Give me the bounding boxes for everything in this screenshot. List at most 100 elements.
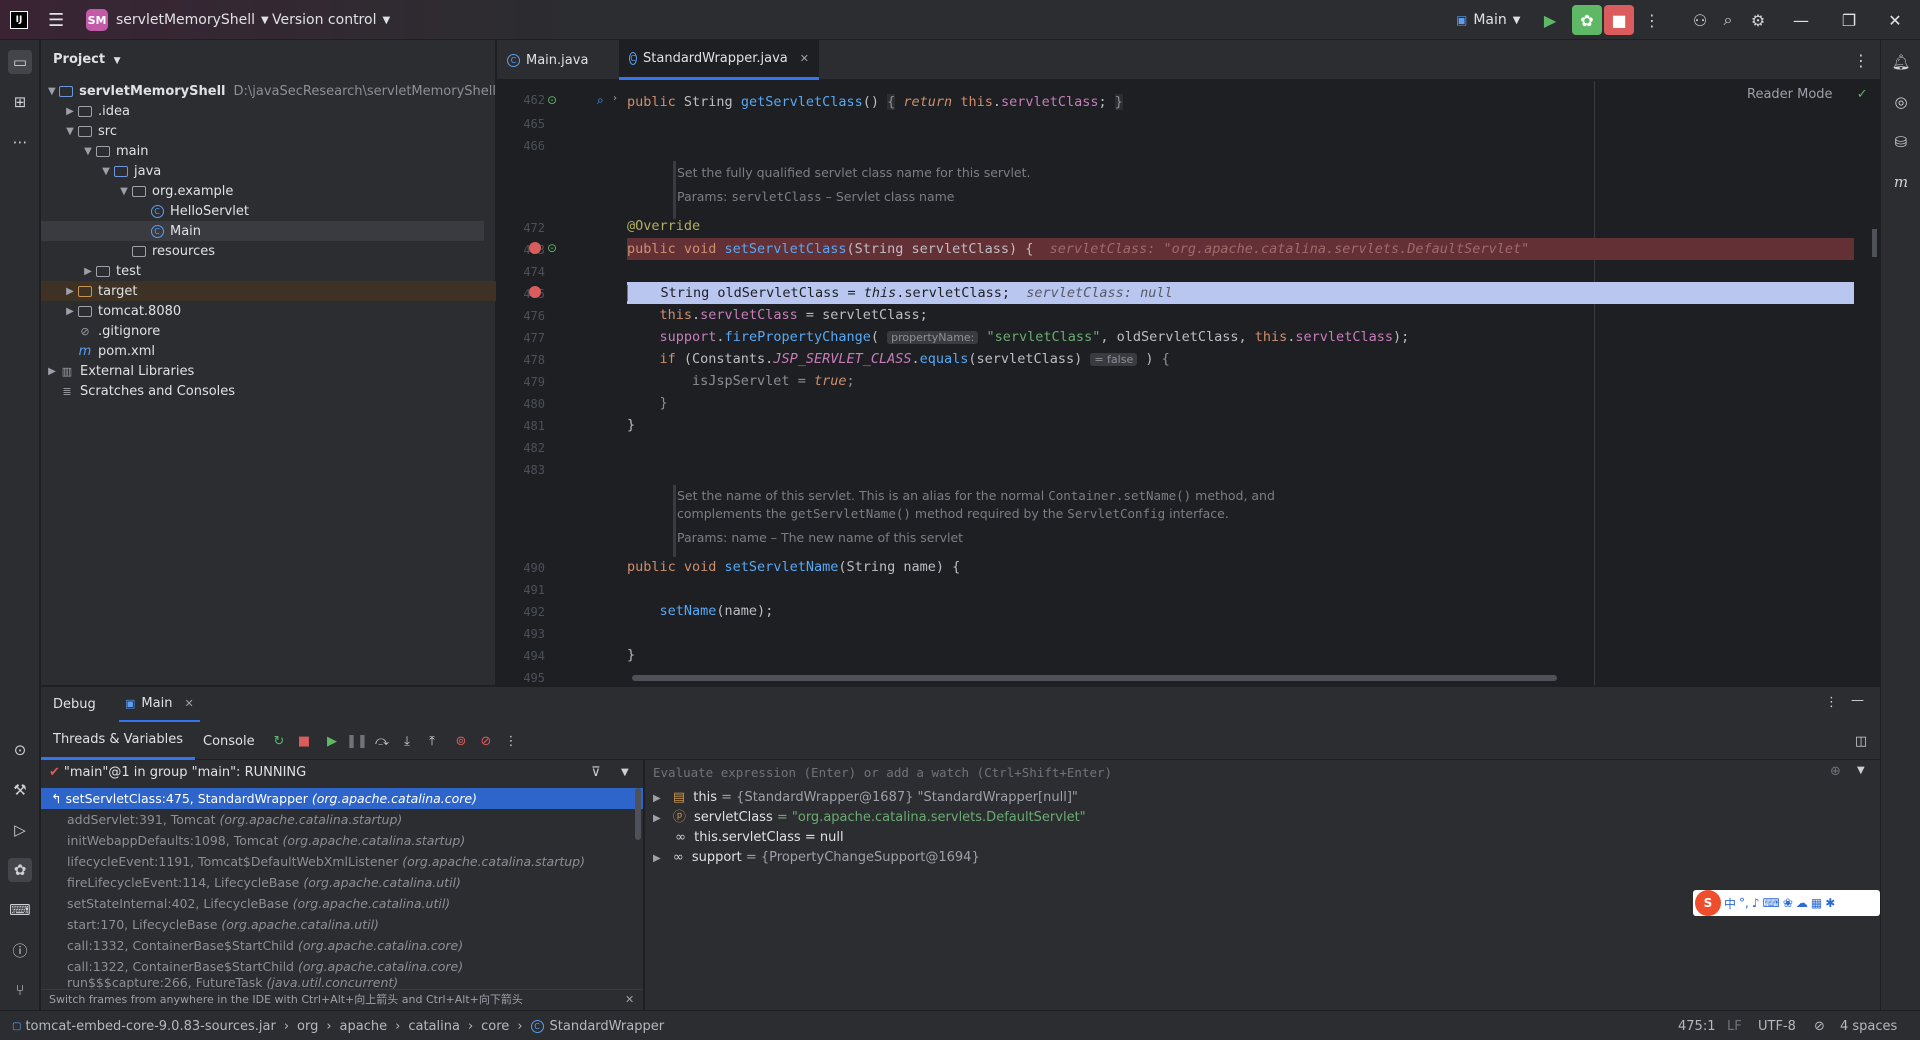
breadcrumb-item[interactable]: catalina — [408, 1019, 460, 1034]
vcs-menu[interactable]: Version control ▼ — [272, 0, 390, 40]
layout-settings-icon[interactable]: ◫ — [1851, 731, 1871, 751]
tab-main-java[interactable]: C Main.java — [497, 40, 607, 80]
debug-active-icon[interactable]: ✿ — [1572, 5, 1602, 35]
database-icon[interactable]: ⛁ — [1889, 130, 1913, 154]
ime-toolbar[interactable]: S 中 °, ♪ ⌨ ❀ ☁ ▦ ✱ — [1693, 890, 1880, 916]
structure-tool-icon[interactable]: ⊞ — [8, 90, 32, 114]
thread-selector[interactable]: ✔ "main"@1 in group "main": RUNNING ⊽ ▼ — [41, 760, 643, 784]
add-watch-icon[interactable]: ⊕ — [1830, 764, 1841, 779]
breakpoint-icon[interactable] — [529, 286, 541, 298]
close-tab-icon[interactable]: ✕ — [184, 697, 193, 710]
override-marker-icon[interactable]: ⊙ — [547, 241, 557, 255]
stack-frame[interactable]: lifecycleEvent:1191, Tomcat$DefaultWebXm… — [41, 851, 643, 872]
notifications-icon[interactable]: 🔔︎ — [1889, 50, 1913, 74]
more-vertical-icon[interactable]: ⋮ — [1849, 48, 1873, 72]
stack-frame[interactable]: start:170, LifecycleBase (org.apache.cat… — [41, 914, 643, 935]
gear-icon[interactable]: ⚙ — [1746, 8, 1770, 32]
scrollbar-thumb[interactable] — [1872, 229, 1877, 257]
view-breakpoints-icon[interactable]: ⊚ — [451, 731, 471, 751]
step-over-icon[interactable]: ⤼ — [372, 731, 392, 751]
stack-frame[interactable]: call:1322, ContainerBase$StartChild (org… — [41, 956, 643, 977]
run-tool-icon[interactable]: ▷ — [8, 818, 32, 842]
horizontal-scrollbar[interactable] — [632, 675, 1557, 681]
tree-item-pom[interactable]: m pom.xml — [41, 341, 496, 361]
build-tool-icon[interactable]: ⚒ — [8, 778, 32, 802]
fold-inlay-icon[interactable]: ⌕ — [597, 93, 604, 108]
tree-item-scratches[interactable]: ≣ Scratches and Consoles — [41, 381, 496, 401]
close-tab-icon[interactable]: ✕ — [800, 52, 809, 65]
more-vertical-icon[interactable]: ⋮ — [1825, 695, 1838, 710]
chevron-down-icon[interactable]: ▼ — [1857, 765, 1865, 776]
debug-tool-icon[interactable]: ✿ — [8, 858, 32, 882]
resume-icon[interactable]: ▶ — [1538, 8, 1562, 32]
maven-icon[interactable]: m — [1889, 170, 1913, 194]
stack-frame[interactable]: fireLifecycleEvent:114, LifecycleBase (o… — [41, 872, 643, 893]
project-tool-icon[interactable]: ▭ — [8, 50, 32, 74]
tree-item-main[interactable]: ▼ main — [41, 141, 496, 161]
tree-item-resources[interactable]: resources — [41, 241, 496, 261]
problems-tool-icon[interactable]: ⓘ — [8, 938, 32, 962]
tree-item-package[interactable]: ▼ org.example — [41, 181, 496, 201]
stack-frame[interactable]: addServlet:391, Tomcat (org.apache.catal… — [41, 809, 643, 830]
git-tool-icon[interactable]: ⑂ — [8, 978, 32, 1002]
terminal-tool-icon[interactable]: ⌨ — [8, 898, 32, 922]
chevron-right-icon[interactable]: › — [613, 93, 617, 104]
tree-item-root[interactable]: ▼ servletMemoryShell D:\javaSecResearch\… — [41, 81, 496, 101]
stack-frame[interactable]: call:1332, ContainerBase$StartChild (org… — [41, 935, 643, 956]
variable-row[interactable]: ▶ ▤ this = {StandardWrapper@1687} "Stand… — [653, 788, 1078, 808]
minimize-button[interactable]: — — [1778, 0, 1824, 40]
tree-item-tomcat[interactable]: ▶ tomcat.8080 — [41, 301, 496, 321]
tree-item-external-libraries[interactable]: ▶ ▥ External Libraries — [41, 361, 496, 381]
tab-standardwrapper-java[interactable]: C StandardWrapper.java ✕ — [619, 40, 819, 80]
debug-session-tab[interactable]: ▣ Main ✕ — [119, 687, 200, 723]
services-tool-icon[interactable]: ⊙ — [8, 738, 32, 762]
tree-item-gitignore[interactable]: ⊘ .gitignore — [41, 321, 496, 341]
stack-frame[interactable]: setStateInternal:402, LifecycleBase (org… — [41, 893, 643, 914]
breadcrumb-item[interactable]: core — [481, 1019, 509, 1034]
minimize-panel-icon[interactable]: — — [1851, 693, 1864, 708]
run-config-selector[interactable]: ▣ Main ▼ — [1456, 0, 1520, 40]
tree-item-src[interactable]: ▼ src — [41, 121, 496, 141]
variable-row[interactable]: ∞ this.servletClass = null — [653, 828, 843, 848]
code-editor[interactable]: 462 465 466 472 473 474 475 476 477 478 … — [497, 81, 1880, 685]
resume-icon[interactable]: ▶ — [322, 731, 342, 751]
chevron-down-icon[interactable]: ▼ — [621, 767, 629, 778]
step-into-icon[interactable]: ⤓ — [397, 731, 417, 751]
search-icon[interactable]: ⌕ — [1716, 8, 1740, 32]
editor-gutter[interactable]: 462 465 466 472 473 474 475 476 477 478 … — [497, 81, 627, 685]
file-encoding[interactable]: UTF-8 — [1758, 1011, 1796, 1040]
readonly-icon[interactable]: ⊘ — [1814, 1011, 1825, 1040]
app-logo[interactable]: IJ — [10, 0, 28, 40]
more-vertical-icon[interactable]: ⋮ — [501, 731, 521, 751]
tree-item-idea[interactable]: ▶ .idea — [41, 101, 496, 121]
breadcrumb-item[interactable]: apache — [340, 1019, 388, 1034]
pause-icon[interactable]: ❚❚ — [346, 731, 368, 751]
stop-icon[interactable]: ■ — [1604, 5, 1634, 35]
stack-frame[interactable]: initWebappDefaults:1098, Tomcat (org.apa… — [41, 830, 643, 851]
variable-row[interactable]: ▶ ∞ support = {PropertyChangeSupport@169… — [653, 848, 980, 868]
add-user-icon[interactable]: ⚇ — [1688, 8, 1712, 32]
step-out-icon[interactable]: ⤒ — [422, 731, 442, 751]
tree-item-test[interactable]: ▶ test — [41, 261, 496, 281]
variable-row[interactable]: ▶ ⓟ servletClass = "org.apache.catalina.… — [653, 808, 1086, 828]
restore-button[interactable]: ❐ — [1826, 0, 1872, 40]
tree-item-main-class[interactable]: C Main — [41, 221, 484, 241]
breakpoint-icon[interactable] — [529, 242, 541, 254]
tab-threads-variables[interactable]: Threads & Variables — [41, 722, 196, 760]
frames-scrollbar[interactable] — [635, 788, 641, 840]
project-panel-header[interactable]: Project ▼ — [53, 52, 121, 67]
project-switcher[interactable]: SM servletMemoryShell ▼ — [86, 0, 269, 40]
more-tools-icon[interactable]: ⋯ — [8, 130, 32, 154]
ai-assistant-icon[interactable]: ◎ — [1889, 90, 1913, 114]
tree-item-target[interactable]: ▶ target — [41, 281, 496, 301]
breadcrumb-item[interactable]: StandardWrapper — [550, 1019, 665, 1034]
stack-frame[interactable]: ↰ setServletClass:475, StandardWrapper (o… — [41, 788, 643, 809]
indent-setting[interactable]: 4 spaces — [1840, 1011, 1897, 1040]
filter-icon[interactable]: ⊽ — [591, 765, 601, 780]
mute-breakpoints-icon[interactable]: ⊘ — [476, 731, 496, 751]
breadcrumb-item[interactable]: org — [297, 1019, 318, 1034]
more-vertical-icon[interactable]: ⋮ — [1640, 8, 1664, 32]
stack-frame[interactable]: run$$$capture:266, FutureTask (java.util… — [41, 977, 643, 989]
breadcrumb-item[interactable]: tomcat-embed-core-9.0.83-sources.jar — [25, 1019, 275, 1034]
implements-marker-icon[interactable]: ⊙ — [547, 93, 557, 107]
